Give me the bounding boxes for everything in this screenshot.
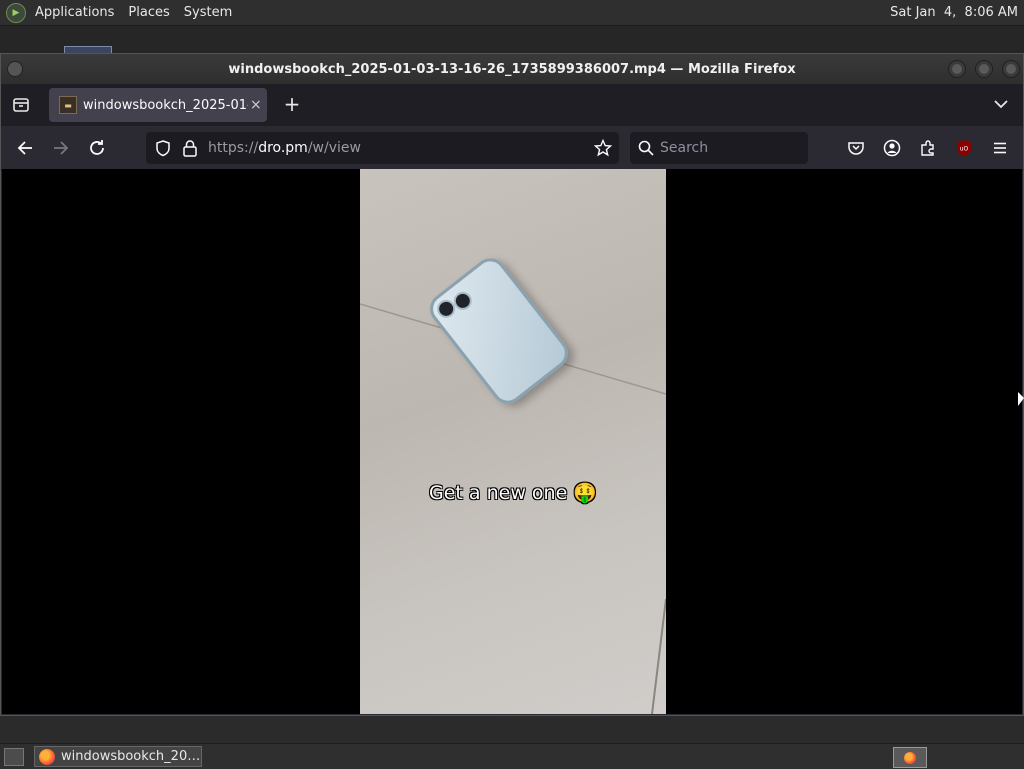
firefox-view-button[interactable]	[11, 95, 31, 115]
workspace-switcher[interactable]	[893, 747, 927, 768]
hamburger-menu-icon	[994, 142, 1006, 154]
reload-icon	[90, 140, 104, 155]
ublock-shield-icon: uO	[957, 140, 971, 156]
url-scheme: https://	[208, 140, 259, 156]
ublock-origin-button[interactable]: uO	[953, 137, 975, 159]
window-menu-button[interactable]	[7, 61, 23, 77]
desktop-background	[0, 26, 1024, 53]
tab-video[interactable]: ▬ windowsbookch_2025-01-03-13-16-26_1735…	[49, 88, 267, 122]
taskbar-window-label: windowsbookch_20…	[61, 749, 201, 764]
menu-places[interactable]: Places	[121, 5, 176, 20]
menu-applications[interactable]: Applications	[28, 5, 121, 20]
applications-icon[interactable]: ▶	[6, 2, 26, 23]
firefox-icon	[39, 748, 55, 765]
tab-bar: ▬ windowsbookch_2025-01-03-13-16-26_1735…	[1, 84, 1023, 126]
list-all-tabs-button[interactable]	[991, 94, 1011, 114]
video-viewport[interactable]: Get a new one 🤑	[2, 169, 1022, 714]
puzzle-icon	[921, 140, 934, 156]
chevron-down-icon	[994, 100, 1008, 109]
clock[interactable]: Sat Jan 4, 8:06 AM	[890, 5, 1018, 20]
navigation-toolbar: https://dro.pm/w/view Search uO	[1, 126, 1023, 171]
search-bar[interactable]: Search	[630, 132, 808, 164]
url-bar[interactable]: https://dro.pm/w/view	[146, 132, 619, 164]
app-menu-button[interactable]	[989, 137, 1011, 159]
bookmark-star-icon[interactable]	[594, 139, 612, 157]
forward-button[interactable]	[50, 137, 72, 159]
url-path: /w/view	[307, 140, 361, 156]
maximize-button[interactable]	[975, 60, 993, 78]
extensions-button[interactable]	[917, 137, 939, 159]
top-menu: ▶ Applications Places System	[6, 2, 239, 23]
account-button[interactable]	[881, 137, 903, 159]
window-titlebar[interactable]: windowsbookch_2025-01-03-13-16-26_173589…	[1, 54, 1023, 84]
pocket-button[interactable]	[845, 137, 867, 159]
minimize-button[interactable]	[948, 60, 966, 78]
menu-system[interactable]: System	[177, 5, 239, 20]
svg-text:uO: uO	[960, 146, 969, 153]
mouse-cursor-icon	[1018, 392, 1024, 406]
video-frame[interactable]: Get a new one 🤑	[360, 169, 666, 714]
url-text[interactable]: https://dro.pm/w/view	[208, 140, 361, 156]
reload-button[interactable]	[86, 137, 108, 159]
tracking-protection-shield-icon[interactable]	[154, 139, 172, 157]
arrow-left-icon	[17, 141, 32, 155]
show-desktop-button[interactable]	[4, 748, 24, 766]
new-tab-button[interactable]: +	[281, 93, 303, 115]
firefox-view-icon	[13, 98, 29, 112]
bottom-panel: windowsbookch_20…	[0, 743, 1024, 769]
url-host: dro.pm	[258, 140, 308, 156]
firefox-window: windowsbookch_2025-01-03-13-16-26_173589…	[0, 53, 1024, 716]
search-icon	[638, 140, 654, 156]
tab-close-icon[interactable]: ×	[250, 97, 262, 113]
search-placeholder: Search	[660, 140, 709, 156]
video-caption: Get a new one 🤑	[429, 482, 597, 504]
back-button[interactable]	[14, 137, 36, 159]
floor-tile-lines	[360, 303, 666, 714]
window-title: windowsbookch_2025-01-03-13-16-26_173589…	[228, 61, 796, 77]
video-favicon-icon: ▬	[59, 96, 77, 114]
firefox-icon	[904, 751, 916, 764]
account-icon	[883, 139, 901, 157]
pocket-icon	[848, 142, 864, 155]
top-panel: ▶ Applications Places System Sat Jan 4, …	[0, 0, 1024, 26]
tab-title: windowsbookch_2025-01-03-13-16-26_173589…	[83, 97, 248, 113]
close-window-button[interactable]	[1002, 60, 1020, 78]
arrow-right-icon	[54, 141, 69, 155]
taskbar-firefox-window[interactable]: windowsbookch_20…	[34, 746, 202, 767]
lock-icon[interactable]	[182, 139, 198, 157]
